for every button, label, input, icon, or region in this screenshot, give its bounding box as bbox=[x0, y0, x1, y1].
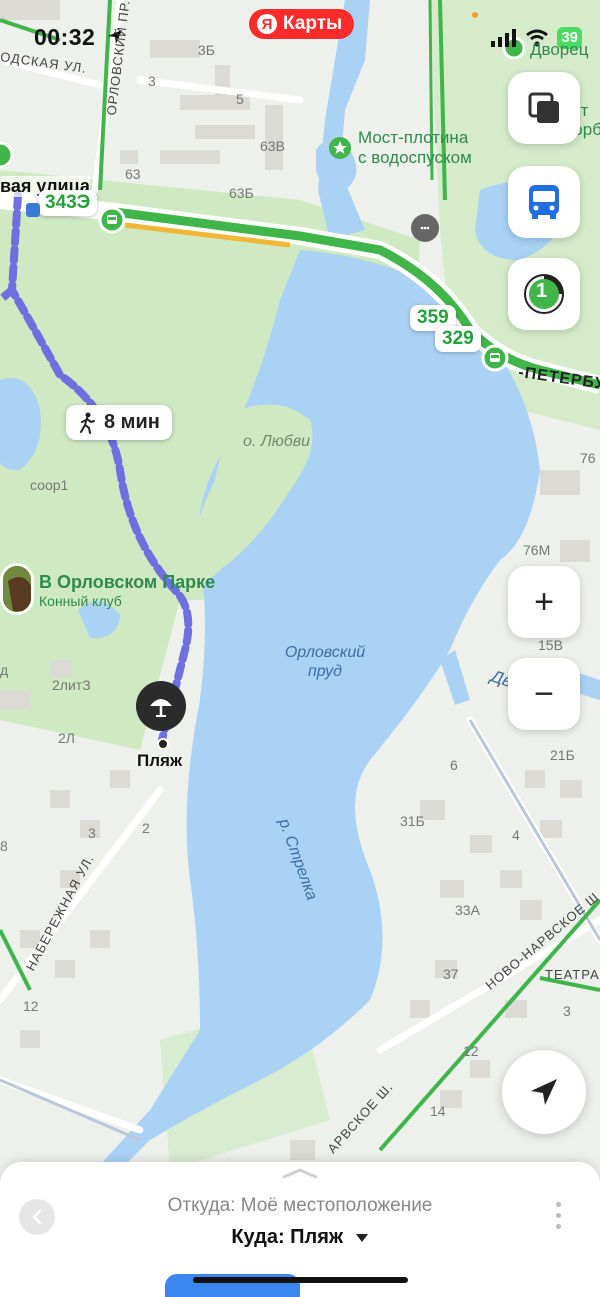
house-number: 63Б bbox=[229, 185, 254, 201]
home-indicator bbox=[193, 1277, 408, 1283]
house-number: 3Б bbox=[198, 42, 215, 58]
poi-label: Дворец bbox=[530, 40, 589, 59]
house-number: 33А bbox=[455, 902, 480, 918]
house-number: 8 bbox=[0, 838, 8, 854]
layers-button[interactable] bbox=[508, 72, 580, 144]
locate-me-button[interactable] bbox=[502, 1050, 586, 1134]
house-number: 63 bbox=[125, 166, 141, 182]
brand-title: Карты bbox=[283, 13, 343, 34]
poi-dam-line2: с водоспуском bbox=[358, 148, 472, 167]
horse-photo-pin[interactable] bbox=[0, 563, 34, 615]
house-number: 4 bbox=[512, 827, 520, 843]
house-number: 2 bbox=[142, 820, 150, 836]
bus-stop-icon[interactable] bbox=[105, 213, 119, 232]
layers-icon bbox=[528, 92, 559, 123]
route-from[interactable]: Откуда: Моё местоположение bbox=[0, 1195, 600, 1217]
route-to[interactable]: Куда: Пляж bbox=[0, 1226, 600, 1249]
zoom-in-button[interactable]: + bbox=[508, 566, 580, 638]
bus-icon bbox=[529, 185, 559, 219]
house-number: 14 bbox=[430, 1103, 446, 1119]
horse-icon bbox=[3, 566, 31, 612]
pond-label: Орловский пруд bbox=[284, 644, 366, 680]
chat-bubble-icon[interactable] bbox=[418, 221, 432, 240]
dot bbox=[556, 1213, 561, 1218]
house-number: 12 bbox=[463, 1043, 479, 1059]
house-number: 15В bbox=[538, 637, 563, 653]
chevron-up-icon[interactable] bbox=[282, 1168, 318, 1178]
route-badge[interactable]: 329 bbox=[435, 326, 481, 352]
island-label: о. Любви bbox=[243, 433, 311, 450]
bus-stop-icon[interactable] bbox=[488, 351, 502, 370]
house-number: 2Л bbox=[58, 730, 75, 746]
house-number: 3 bbox=[88, 825, 96, 841]
house-number: 76 bbox=[580, 450, 596, 466]
walk-time: 8 мин bbox=[104, 411, 160, 433]
poi-club-subtitle: Конный клуб bbox=[39, 593, 122, 609]
yandex-logo-letter: Я bbox=[257, 14, 277, 34]
status-time: 00:32 bbox=[34, 24, 96, 50]
poi-club-name: В Орловском Парке bbox=[39, 572, 216, 592]
house-number: 76М bbox=[523, 542, 551, 558]
house-number: 63В bbox=[260, 138, 285, 154]
star-icon bbox=[331, 139, 349, 162]
navigation-arrow-icon bbox=[531, 1079, 557, 1105]
house-number: 3 bbox=[563, 1003, 571, 1019]
house-number: 5 bbox=[236, 91, 244, 107]
poi-dam[interactable]: Мост-плотина с водоспуском bbox=[358, 128, 472, 168]
route-to-label: Куда: Пляж bbox=[231, 1226, 344, 1248]
traffic-badge: 1 bbox=[536, 280, 548, 302]
route-bottom-sheet[interactable]: Откуда: Моё местоположение Куда: Пляж bbox=[0, 1162, 600, 1297]
umbrella-icon bbox=[150, 699, 172, 717]
signal-icon bbox=[491, 29, 517, 47]
beach-label: Пляж bbox=[137, 751, 182, 770]
street-label: ТЕАТРА bbox=[545, 967, 600, 982]
yandex-maps-logo: Я Карты bbox=[249, 9, 355, 39]
zoom-out-button[interactable]: − bbox=[508, 658, 580, 730]
route-badge[interactable]: 343Э bbox=[38, 190, 98, 216]
house-number: 6 bbox=[450, 757, 458, 773]
traffic-button[interactable]: 1 bbox=[508, 258, 580, 330]
metro-icon bbox=[26, 203, 40, 217]
house-number: 3 bbox=[148, 73, 156, 89]
triangle-down-icon bbox=[355, 1234, 368, 1242]
house-number: д bbox=[0, 662, 9, 678]
beach-pin[interactable] bbox=[136, 681, 186, 731]
walk-time-chip[interactable]: 8 мин bbox=[66, 405, 172, 440]
transport-button[interactable] bbox=[508, 166, 580, 238]
more-options-button[interactable] bbox=[556, 1202, 562, 1229]
house-number: 21Б bbox=[550, 747, 575, 763]
house-number: 37 bbox=[443, 966, 459, 982]
dot bbox=[556, 1224, 561, 1229]
poi-dam-line1: Мост-плотина bbox=[358, 128, 469, 147]
dot bbox=[556, 1202, 561, 1207]
poi-horse-club[interactable]: В Орловском Парке Конный клуб bbox=[39, 572, 215, 609]
house-number: 2литЗ bbox=[52, 677, 91, 693]
beach-point bbox=[157, 738, 169, 750]
house-number: 31Б bbox=[400, 813, 425, 829]
walking-icon bbox=[80, 412, 95, 434]
building-label: соор1 bbox=[30, 477, 69, 493]
house-number: 12 bbox=[23, 998, 39, 1014]
